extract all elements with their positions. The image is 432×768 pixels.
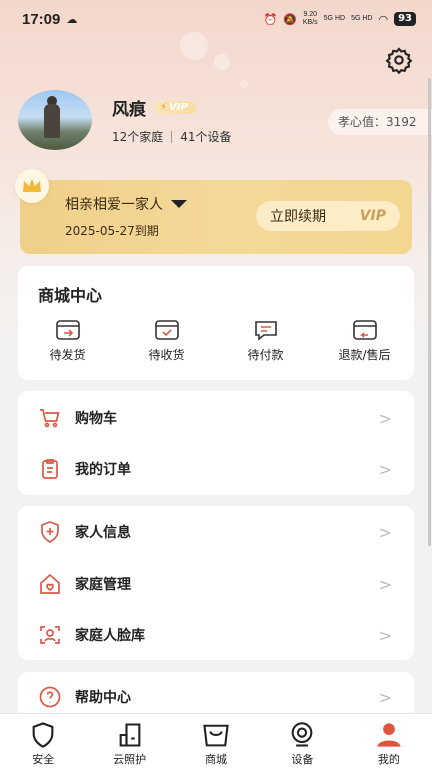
avatar[interactable] [18,90,92,150]
device-count[interactable]: 41个设备 [180,128,231,145]
family-manage-row[interactable]: 家庭管理 > [18,559,414,609]
help-question-icon [39,686,61,708]
wifi-icon: ◠ [378,12,389,26]
pending-pay-icon [254,321,277,341]
my-orders-label: 我的订单 [75,462,131,478]
my-orders-row[interactable]: 我的订单 > [18,444,414,494]
decor-bubble [240,80,248,88]
tab-devices[interactable]: 设备 [259,714,345,768]
user-name: 风痕 [112,100,146,120]
status-time: 17:09 [22,10,61,28]
family-name: 相亲相爱一家人 [65,197,163,213]
face-library-label: 家庭人脸库 [75,628,145,644]
family-info-shield-icon [41,521,59,543]
tab-safety[interactable]: 安全 [0,714,86,768]
renew-button[interactable]: 立即续期 VIP [256,201,400,231]
vip-card[interactable]: 相亲相爱一家人 2025-05-27到期 立即续期 VIP [20,180,412,254]
help-center-label: 帮助中心 [75,690,131,706]
vip-expire-date: 2025-05-27到期 [65,224,159,238]
net-speed: 9.20 KB/s [302,11,318,26]
shop-center-title: 商城中心 [38,286,103,305]
chevron-right-icon: > [378,687,392,707]
cart-row[interactable]: 购物车 > [18,393,414,443]
family-info-row[interactable]: 家人信息 > [18,507,414,557]
alarm-icon: ⏰ [263,12,278,26]
cloud-care-icon [119,723,140,747]
xiaoxin-value[interactable]: 孝心值：3192 [328,109,432,135]
status-icons: ⏰ 🔕 9.20 KB/s 5G HD 5G HD ◠ 93 [263,11,416,27]
family-info-label: 家人信息 [75,525,131,541]
chevron-right-icon: > [378,574,392,594]
face-library-row[interactable]: 家庭人脸库 > [18,610,414,660]
shop-center-card: 商城中心 待发货 待收货 待付款 退款/售后 [18,266,414,380]
pending-ship-button[interactable]: 待发货 [18,318,117,363]
profile-header[interactable]: 风痕 ⚡ VIP 12个家庭 41个设备 [18,90,232,150]
chevron-right-icon: > [378,459,392,479]
crown-icon [15,169,49,203]
battery-badge: 93 [394,12,416,26]
scrollbar[interactable] [428,78,431,546]
family-manage-label: 家庭管理 [75,577,131,593]
face-scan-icon [40,626,60,644]
signal-1: 5G HD [323,15,346,22]
cart-label: 购物车 [75,411,117,427]
order-clipboard-icon [42,459,58,479]
camera-device-icon [292,722,313,747]
chevron-right-icon: > [378,625,392,645]
status-bar: 17:09 ☁ ⏰ 🔕 9.20 KB/s 5G HD 5G HD ◠ 93 [0,0,432,38]
decor-bubble [214,54,230,70]
bolt-icon: ⚡ [160,102,168,113]
tab-mall[interactable]: 商城 [173,714,259,768]
cloud-icon: ☁ [66,12,78,26]
home-icon [40,573,60,594]
shopping-bag-icon [203,724,229,747]
bottom-tab-bar: 安全 云照护 商城 设备 我的 [0,713,432,768]
chevron-right-icon: > [378,522,392,542]
dropdown-triangle-icon [171,200,187,208]
refund-button[interactable]: 退款/售后 [315,318,414,363]
orders-card: 购物车 > 我的订单 > [18,391,414,495]
vip-text: VIP [359,208,386,224]
family-selector[interactable]: 相亲相爱一家人 [65,194,187,214]
gear-icon[interactable] [385,46,413,74]
pending-receive-icon [154,320,179,340]
chevron-right-icon: > [378,408,392,428]
signal-2: 5G HD [351,15,373,22]
tab-mine[interactable]: 我的 [346,714,432,768]
vip-badge: ⚡ VIP [154,101,196,114]
pending-receive-button[interactable]: 待收货 [117,318,216,363]
cart-icon [40,409,60,428]
mute-icon: 🔕 [283,12,297,26]
refund-icon [352,320,377,340]
tab-cloud-care[interactable]: 云照护 [86,714,172,768]
family-card: 家人信息 > 家庭管理 > 家庭人脸库 > [18,506,414,660]
person-icon [377,723,401,747]
divider [171,130,173,143]
pending-pay-button[interactable]: 待付款 [216,318,315,363]
family-count[interactable]: 12个家庭 [112,128,163,145]
pending-ship-icon [55,320,80,340]
shield-icon [32,722,54,748]
